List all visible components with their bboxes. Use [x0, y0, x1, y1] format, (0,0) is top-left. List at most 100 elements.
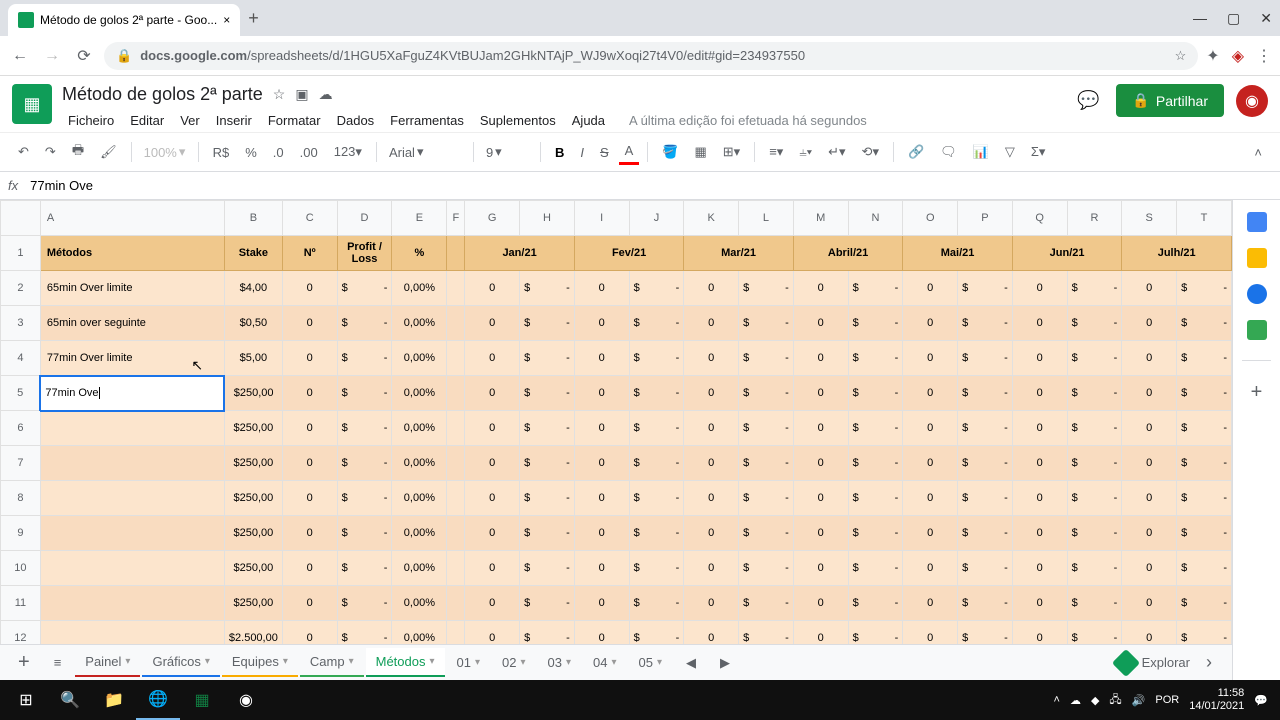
col-header-E[interactable]: E — [392, 201, 447, 236]
strikethrough-button[interactable]: S — [594, 141, 615, 164]
new-tab-button[interactable]: + — [248, 8, 259, 29]
menu-inserir[interactable]: Inserir — [210, 109, 258, 132]
cell-A12[interactable] — [40, 621, 224, 645]
tab-scroll-right[interactable]: ▶ — [710, 649, 740, 677]
back-button[interactable]: ← — [8, 47, 32, 65]
comments-button[interactable]: 💬 — [1072, 85, 1104, 117]
close-window-button[interactable]: ✕ — [1260, 10, 1272, 27]
tray-chevron-icon[interactable]: ˄ — [1054, 694, 1060, 706]
sheet-tab-04[interactable]: 04 ▾ — [583, 648, 627, 677]
col-header-B[interactable]: B — [224, 201, 282, 236]
tab-scroll-left[interactable]: ◀ — [676, 649, 706, 677]
row-header-2[interactable]: 2 — [1, 271, 41, 306]
percent-format-button[interactable]: % — [239, 141, 263, 164]
cell-A11[interactable] — [40, 586, 224, 621]
row-header-4[interactable]: 4 — [1, 341, 41, 376]
col-header-P[interactable]: P — [958, 201, 1013, 236]
tab-close-icon[interactable]: × — [223, 13, 230, 27]
insert-chart-button[interactable]: 📊 — [967, 140, 995, 164]
cell-A2[interactable]: 65min Over limite — [40, 271, 224, 306]
side-panel-toggle[interactable]: › — [1194, 652, 1224, 673]
merge-cells-button[interactable]: ⊞▾ — [717, 140, 746, 164]
search-button[interactable]: 🔍 — [48, 680, 92, 720]
clock[interactable]: 11:58 14/01/2021 — [1189, 687, 1244, 713]
menu-ver[interactable]: Ver — [174, 109, 206, 132]
borders-button[interactable]: ▦ — [688, 140, 712, 164]
col-header-N[interactable]: N — [848, 201, 903, 236]
sheet-tab-05[interactable]: 05 ▾ — [629, 648, 673, 677]
cell-A6[interactable] — [40, 411, 224, 446]
col-header-H[interactable]: H — [520, 201, 575, 236]
cloud-status-icon[interactable]: ☁ — [319, 86, 333, 103]
bookmark-star-icon[interactable]: ☆ — [1175, 48, 1187, 64]
sheet-tab-camp[interactable]: Camp ▾ — [300, 648, 364, 677]
menu-suplementos[interactable]: Suplementos — [474, 109, 562, 132]
menu-formatar[interactable]: Formatar — [262, 109, 327, 132]
cell-A9[interactable] — [40, 516, 224, 551]
tasks-icon[interactable] — [1247, 284, 1267, 304]
menu-ficheiro[interactable]: Ficheiro — [62, 109, 120, 132]
sheet-tab-métodos[interactable]: Métodos ▾ — [366, 648, 445, 677]
share-button[interactable]: 🔒 Partilhar — [1116, 84, 1224, 117]
col-header-J[interactable]: J — [629, 201, 684, 236]
calendar-icon[interactable] — [1247, 212, 1267, 232]
language-indicator[interactable]: POR — [1155, 694, 1179, 706]
start-button[interactable]: ⊞ — [4, 680, 48, 720]
text-wrap-button[interactable]: ↵▾ — [822, 140, 851, 164]
paint-format-button[interactable]: 🖌 — [94, 140, 123, 164]
last-edit-status[interactable]: A última edição foi efetuada há segundos — [623, 109, 873, 132]
row-header-1[interactable]: 1 — [1, 236, 41, 271]
maps-icon[interactable] — [1247, 320, 1267, 340]
text-rotation-button[interactable]: ⟲▾ — [856, 140, 885, 164]
cell-A3[interactable]: 65min over seguinte — [40, 306, 224, 341]
sheet-tab-03[interactable]: 03 ▾ — [538, 648, 582, 677]
notifications-icon[interactable]: 💬 — [1254, 694, 1268, 707]
cell-A7[interactable] — [40, 446, 224, 481]
maximize-button[interactable]: ▢ — [1227, 10, 1240, 27]
decrease-decimal-button[interactable]: .0 — [267, 141, 290, 164]
col-header-K[interactable]: K — [684, 201, 739, 236]
increase-decimal-button[interactable]: .00 — [294, 141, 324, 164]
undo-button[interactable]: ↶ — [12, 140, 35, 164]
explore-button[interactable]: Explorar — [1116, 653, 1190, 673]
more-formats-button[interactable]: 123▾ — [328, 140, 368, 164]
formula-bar[interactable]: fx 77min Ove — [0, 172, 1280, 200]
onedrive-icon[interactable]: ☁ — [1070, 694, 1081, 707]
sheet-tab-02[interactable]: 02 ▾ — [492, 648, 536, 677]
extension-shield-icon[interactable]: ◈ — [1232, 46, 1244, 66]
sheet-tab-01[interactable]: 01 ▾ — [447, 648, 491, 677]
vertical-align-button[interactable]: ⫨▾ — [793, 140, 818, 164]
tray-app-icon[interactable]: ◆ — [1091, 694, 1099, 707]
network-icon[interactable]: 🖧 — [1109, 691, 1121, 710]
insert-comment-button[interactable]: 🗨 — [934, 140, 963, 164]
add-sheet-button[interactable]: + — [8, 645, 40, 680]
col-header-A[interactable]: A — [40, 201, 224, 236]
row-header-9[interactable]: 9 — [1, 516, 41, 551]
row-header-6[interactable]: 6 — [1, 411, 41, 446]
currency-format-button[interactable]: R$ — [207, 141, 236, 164]
excel-icon[interactable]: ▦ — [180, 680, 224, 720]
add-ons-button[interactable]: + — [1251, 381, 1263, 404]
file-explorer-icon[interactable]: 📁 — [92, 680, 136, 720]
row-header-3[interactable]: 3 — [1, 306, 41, 341]
reload-button[interactable]: ⟳ — [72, 46, 96, 66]
row-header-7[interactable]: 7 — [1, 446, 41, 481]
col-header-M[interactable]: M — [793, 201, 848, 236]
address-bar[interactable]: 🔒 docs.google.com/spreadsheets/d/1HGU5Xa… — [104, 42, 1198, 70]
col-header-G[interactable]: G — [465, 201, 520, 236]
obs-icon[interactable]: ◉ — [224, 680, 268, 720]
all-sheets-button[interactable]: ≡ — [44, 649, 72, 676]
account-avatar[interactable]: ◉ — [1236, 85, 1268, 117]
cell-A10[interactable] — [40, 551, 224, 586]
italic-button[interactable]: I — [574, 141, 590, 164]
cell-A8[interactable] — [40, 481, 224, 516]
menu-editar[interactable]: Editar — [124, 109, 170, 132]
menu-dados[interactable]: Dados — [331, 109, 381, 132]
insert-link-button[interactable]: 🔗 — [902, 140, 930, 164]
col-header-Q[interactable]: Q — [1012, 201, 1067, 236]
font-select[interactable]: Arial ▾ — [385, 142, 465, 162]
print-button[interactable]: 🖶 — [66, 137, 90, 167]
move-folder-icon[interactable]: ▣ — [295, 86, 308, 103]
col-header-I[interactable]: I — [574, 201, 629, 236]
functions-button[interactable]: Σ▾ — [1025, 140, 1052, 164]
